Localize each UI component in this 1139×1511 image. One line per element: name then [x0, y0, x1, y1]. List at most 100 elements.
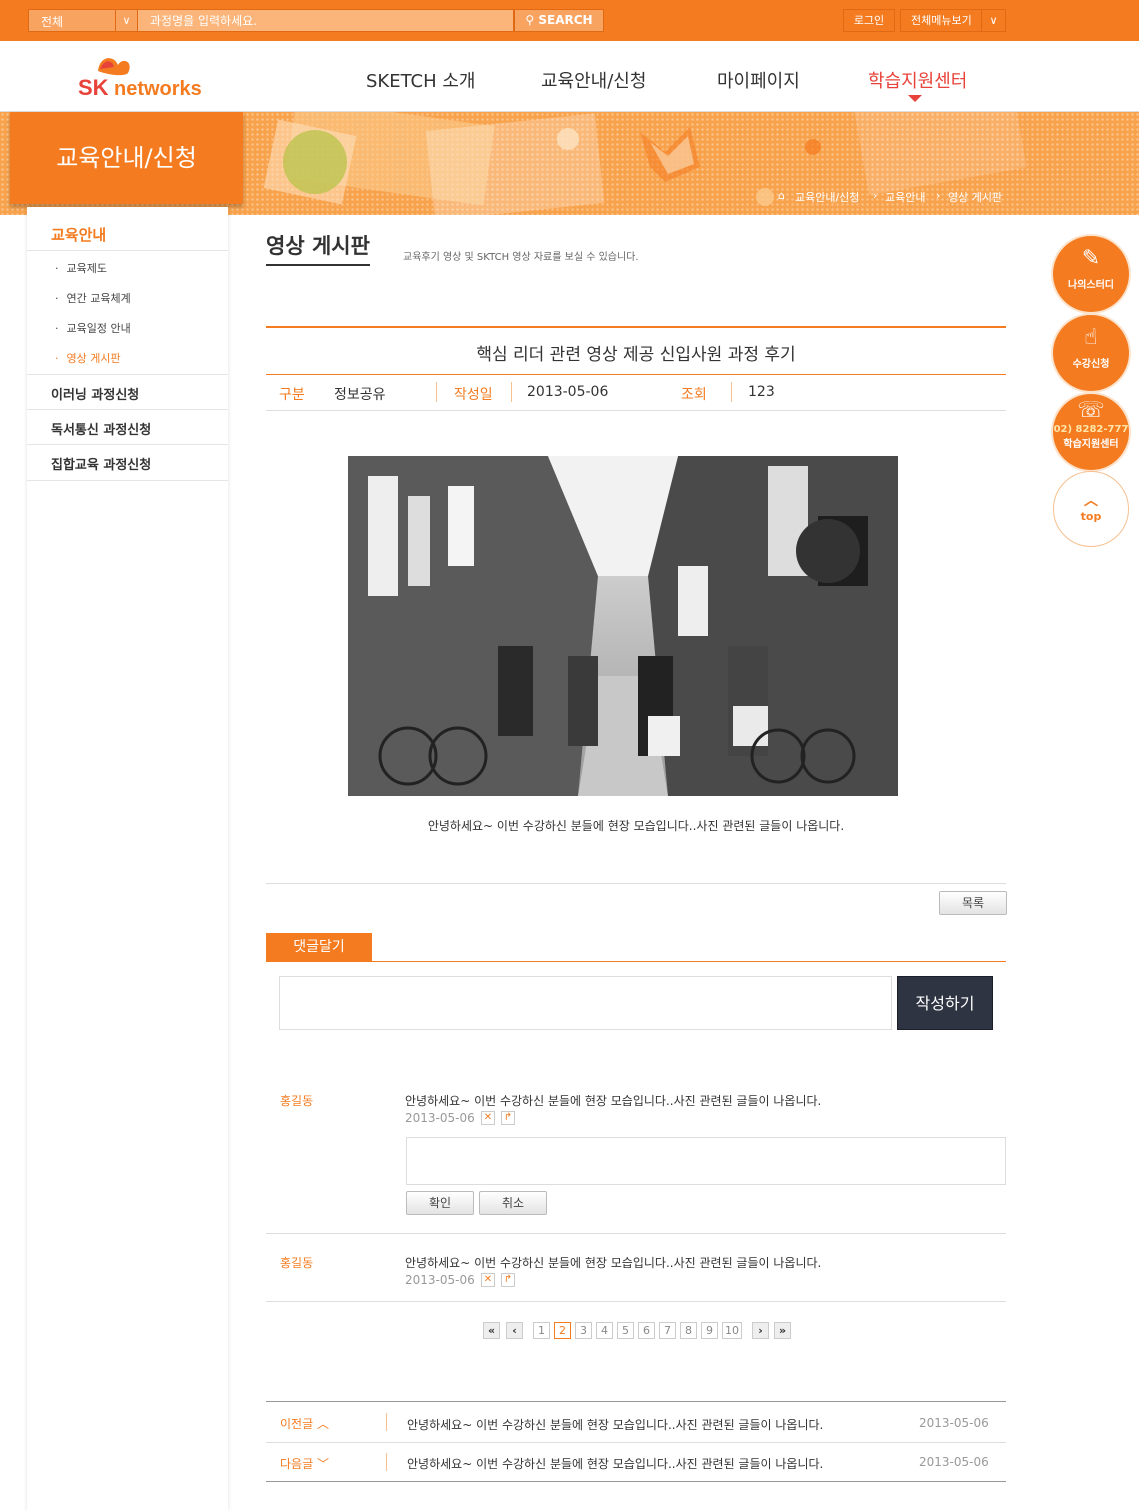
category-select[interactable]: 전체 ∨: [28, 9, 138, 32]
meta-views-label: 조회: [681, 387, 707, 403]
chevron-up-icon: ︿: [1084, 493, 1098, 509]
comment-date: 2013-05-06: [405, 1273, 475, 1287]
street-photo-image: [348, 456, 898, 796]
last-page-button[interactable]: »: [774, 1322, 791, 1339]
scroll-top-button[interactable]: ︿ top: [1053, 471, 1129, 547]
breadcrumb-separator: ›: [873, 189, 878, 202]
lnb-sub-item[interactable]: · 교육제도: [55, 260, 107, 276]
chevron-up-icon: ︿: [316, 1417, 329, 1431]
lnb-heading[interactable]: 교육안내: [27, 207, 228, 251]
reply-input[interactable]: [406, 1137, 1006, 1185]
lnb-sub-item[interactable]: · 교육일정 안내: [55, 320, 131, 336]
page-description: 교육후기 영상 및 SKTCH 영상 자료를 보실 수 있습니다.: [403, 252, 639, 263]
prev-post-title[interactable]: 안녕하세요~ 이번 수강하신 분들에 현장 모습입니다..사진 관련된 글들이 …: [407, 1416, 823, 1433]
lnb-sub-item[interactable]: · 연간 교육체계: [55, 290, 131, 306]
chevron-down-icon: ∨: [115, 10, 137, 31]
page-button[interactable]: 9: [701, 1322, 718, 1339]
list-button[interactable]: 목록: [939, 891, 1007, 915]
next-post-title[interactable]: 안녕하세요~ 이번 수강하신 분들에 현장 모습입니다..사진 관련된 글들이 …: [407, 1455, 823, 1472]
category-select-value: 전체: [41, 15, 64, 29]
page-button[interactable]: 10: [722, 1322, 742, 1339]
reply-cancel-button[interactable]: 취소: [479, 1191, 547, 1215]
mouse-icon: ☝: [1084, 325, 1098, 350]
quick-center-button[interactable]: ☏ 02) 8282-777 학습지원센터: [1053, 394, 1129, 470]
next-post-date: 2013-05-06: [919, 1455, 989, 1469]
lnb-menu-reading[interactable]: 독서통신 과정신청: [27, 409, 228, 444]
article-photo: [348, 456, 898, 796]
gnb-learning-center[interactable]: 학습지원센터: [868, 67, 967, 93]
page-button[interactable]: 7: [659, 1322, 676, 1339]
chevron-down-icon: ﹀: [316, 1457, 329, 1471]
lnb-sub-label: 교육일정 안내: [66, 322, 131, 335]
comment-text: 안녕하세요~ 이번 수강하신 분들에 현장 모습입니다..사진 관련된 글들이 …: [405, 1256, 822, 1270]
comment-submit-button[interactable]: 작성하기: [897, 976, 993, 1030]
page-button[interactable]: 6: [638, 1322, 655, 1339]
lnb-menu-group[interactable]: 집합교육 과정신청: [27, 444, 228, 481]
logo-networks-text: networks: [114, 78, 202, 99]
meta-category-label: 구분: [279, 387, 305, 403]
all-menu-button[interactable]: 전체메뉴보기 ∨: [900, 9, 1006, 32]
quick-phone-number: 02) 8282-777: [1053, 424, 1129, 435]
page-button[interactable]: 3: [575, 1322, 592, 1339]
page-button[interactable]: 4: [596, 1322, 613, 1339]
lnb-sub-label: 교육제도: [66, 262, 107, 275]
comment-tab[interactable]: 댓글달기: [266, 933, 372, 962]
prev-post-label-text: 이전글: [280, 1417, 314, 1431]
gnb-mypage[interactable]: 마이페이지: [717, 67, 800, 93]
reply-confirm-button[interactable]: 확인: [406, 1191, 474, 1215]
sk-networks-logo[interactable]: SK networks: [78, 53, 202, 103]
page-button[interactable]: 8: [680, 1322, 697, 1339]
next-page-button[interactable]: ›: [752, 1322, 769, 1339]
section-title: 교육안내/신청: [10, 112, 243, 204]
reply-icon[interactable]: ↱: [501, 1273, 515, 1287]
breadcrumb-item[interactable]: 교육안내: [885, 189, 925, 205]
lnb-menu-elearning[interactable]: 이러닝 과정신청: [27, 374, 228, 409]
meta-views-value: 123: [748, 384, 775, 400]
search-button[interactable]: ⚲ SEARCH: [514, 9, 604, 32]
quick-my-study-label: 나의스터디: [1068, 280, 1114, 291]
page-button[interactable]: 5: [617, 1322, 634, 1339]
meta-category-value: 정보공유: [334, 387, 386, 403]
delete-icon[interactable]: ✕: [481, 1111, 495, 1125]
lnb-sub-label: 연간 교육체계: [66, 292, 131, 305]
page-button-current[interactable]: 2: [554, 1322, 571, 1339]
all-menu-label: 전체메뉴보기: [911, 14, 972, 27]
next-post-label-text: 다음글: [280, 1457, 314, 1471]
search-button-label: SEARCH: [538, 13, 593, 27]
comment-text: 안녕하세요~ 이번 수강하신 분들에 현장 모습입니다..사진 관련된 글들이 …: [405, 1094, 822, 1108]
search-icon: ⚲: [525, 13, 539, 27]
top-bar: 전체 ∨ ⚲ SEARCH 로그인 전체메뉴보기 ∨: [0, 0, 1139, 41]
quick-apply-label: 수강신청: [1072, 359, 1110, 370]
comment-author: 홍길동: [280, 1094, 314, 1108]
meta-date-value: 2013-05-06: [527, 384, 609, 400]
prev-post-date: 2013-05-06: [919, 1416, 989, 1430]
quick-apply-button[interactable]: ☝ 수강신청: [1053, 315, 1129, 391]
active-indicator: [908, 95, 922, 102]
login-button[interactable]: 로그인: [843, 9, 895, 32]
home-icon[interactable]: ⌂: [778, 189, 785, 202]
page-button[interactable]: 1: [533, 1322, 550, 1339]
scroll-top-label: top: [1080, 510, 1102, 523]
quick-my-study-button[interactable]: ✎ 나의스터디: [1053, 236, 1129, 312]
gnb-education[interactable]: 교육안내/신청: [541, 67, 646, 93]
delete-icon[interactable]: ✕: [481, 1273, 495, 1287]
reply-icon[interactable]: ↱: [501, 1111, 515, 1125]
next-post-label[interactable]: 다음글 ﹀: [280, 1455, 329, 1472]
article-top-line: [266, 326, 1006, 328]
butterfly-icon: SK networks: [78, 58, 202, 100]
prev-post-label[interactable]: 이전글 ︿: [280, 1415, 329, 1432]
breadcrumb-item[interactable]: 교육안내/신청: [795, 189, 859, 205]
search-field[interactable]: [138, 9, 514, 32]
first-page-button[interactable]: «: [483, 1322, 500, 1339]
gnb-sketch[interactable]: SKETCH 소개: [366, 67, 476, 93]
comment-input[interactable]: [279, 976, 892, 1030]
page-title: 영상 게시판: [266, 230, 370, 266]
lnb-sub-item-active[interactable]: · 영상 게시판: [55, 350, 121, 366]
pencil-icon: ✎: [1081, 246, 1101, 271]
search-input[interactable]: [138, 10, 513, 32]
prev-page-button[interactable]: ‹: [506, 1322, 523, 1339]
lnb-sub-label: 영상 게시판: [66, 352, 121, 365]
meta-date-label: 작성일: [454, 387, 493, 403]
breadcrumb-separator: ›: [936, 189, 941, 202]
logo-sk-text: SK: [78, 75, 109, 99]
